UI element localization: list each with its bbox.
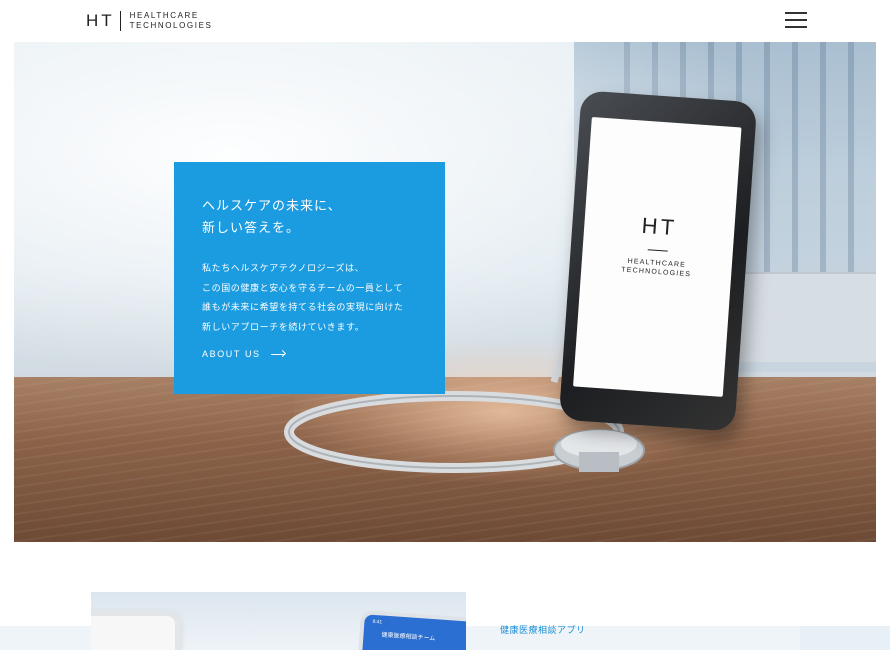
arrow-right-icon — [270, 349, 286, 358]
logo-wordmark: HEALTHCARE TECHNOLOGIES — [130, 11, 213, 31]
phone-logo-wordmark: HEALTHCARE TECHNOLOGIES — [621, 256, 692, 279]
about-us-link[interactable]: ABOUT US — [202, 349, 286, 359]
hamburger-menu-icon[interactable] — [785, 11, 807, 28]
hero-description: 私たちヘルスケアテクノロジーズは、 この国の健康と安心を守るチームの一員として … — [202, 260, 417, 338]
logo-mark: HT — [86, 11, 115, 30]
phone-logo-mark: HT — [640, 212, 678, 241]
hero-description-line: 新しいアプローチを続けていきます。 — [202, 322, 365, 333]
logo-divider — [119, 11, 121, 31]
hero-headline-line-1: ヘルスケアの未来に、 — [202, 199, 342, 214]
hero-headline: ヘルスケアの未来に、 新しい答えを。 — [202, 196, 417, 240]
hero-banner: HT HEALTHCARE TECHNOLOGIES — [14, 42, 876, 542]
phone-app-title: 健康医療相談チーム — [381, 631, 436, 643]
section-side-strip — [800, 626, 890, 650]
hero-description-line: 私たちヘルスケアテクノロジーズは、 — [202, 264, 365, 274]
menu-bar — [785, 19, 807, 21]
app-phone-image: 9:41 健康医療相談チーム — [357, 610, 466, 650]
hero-message-panel: ヘルスケアの未来に、 新しい答えを。 私たちヘルスケアテクノロジーズは、 この国… — [174, 162, 445, 394]
menu-bar — [785, 12, 807, 14]
about-us-label: ABOUT US — [202, 349, 261, 359]
site-header: HT HEALTHCARE TECHNOLOGIES — [0, 0, 890, 42]
menu-bar — [785, 26, 807, 28]
site-logo[interactable]: HT HEALTHCARE TECHNOLOGIES — [86, 9, 212, 33]
smartphone-image: HT HEALTHCARE TECHNOLOGIES — [558, 90, 758, 432]
hero-description-line: この国の健康と安心を守るチームの一員として — [202, 283, 404, 294]
logo-line-2: TECHNOLOGIES — [129, 21, 213, 30]
logo-line-1: HEALTHCARE — [129, 11, 199, 20]
phone-status-time: 9:41 — [372, 618, 383, 626]
app-promo-image[interactable]: 9:41 健康医療相談チーム — [91, 592, 466, 650]
hero-headline-line-2: 新しい答えを。 — [202, 221, 301, 236]
app-section-label[interactable]: 健康医療相談アプリ — [500, 623, 586, 636]
tablet-image — [91, 610, 181, 650]
phone-screen: HT HEALTHCARE TECHNOLOGIES — [573, 117, 742, 397]
phone-logo-rule — [647, 249, 668, 252]
hero-description-line: 誰もが未来に希望を持てる社会の実現に向けた — [202, 303, 404, 313]
